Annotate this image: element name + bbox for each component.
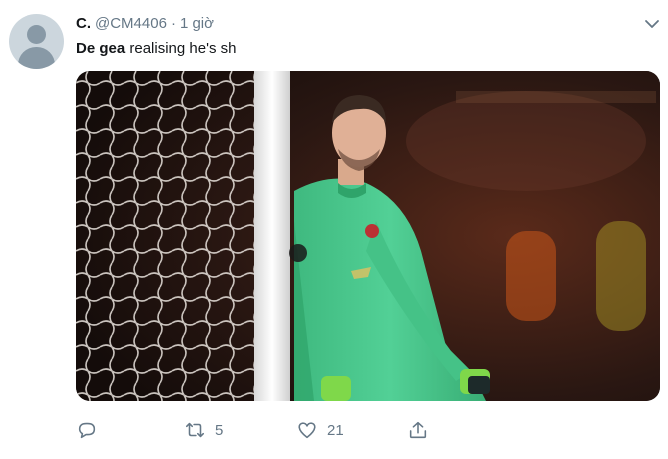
chevron-down-icon[interactable] [642, 14, 662, 34]
photo-goalkeeper-by-goalpost [76, 71, 660, 401]
share-icon [409, 421, 427, 439]
author-name[interactable]: C. [76, 15, 91, 32]
tweet-photo[interactable] [76, 71, 660, 401]
tweet-actions: 5 21 [76, 416, 660, 444]
tweet-text-bold: De gea [76, 40, 126, 57]
retweet-count: 5 [215, 421, 224, 439]
like-button[interactable]: 21 [296, 416, 344, 444]
author-handle[interactable]: @CM4406 [95, 15, 167, 32]
tweet-header: C. @CM4406 · 1 giờ [76, 15, 214, 35]
share-button[interactable] [407, 416, 429, 444]
timestamp[interactable]: 1 giờ [180, 15, 214, 32]
tweet[interactable]: C. @CM4406 · 1 giờ De gea realising he's… [0, 0, 668, 459]
avatar[interactable] [9, 14, 64, 69]
reply-icon [78, 422, 96, 439]
tweet-text: De gea realising he's sh [76, 40, 236, 57]
retweet-icon [185, 422, 205, 438]
retweet-button[interactable]: 5 [184, 416, 223, 444]
avatar-placeholder-head [27, 25, 46, 44]
separator-dot: · [170, 15, 176, 32]
reply-button[interactable] [76, 416, 98, 444]
heart-icon [298, 422, 316, 439]
like-count: 21 [327, 421, 344, 439]
avatar-placeholder-body [18, 47, 55, 69]
tweet-text-rest: realising he's sh [125, 40, 237, 57]
